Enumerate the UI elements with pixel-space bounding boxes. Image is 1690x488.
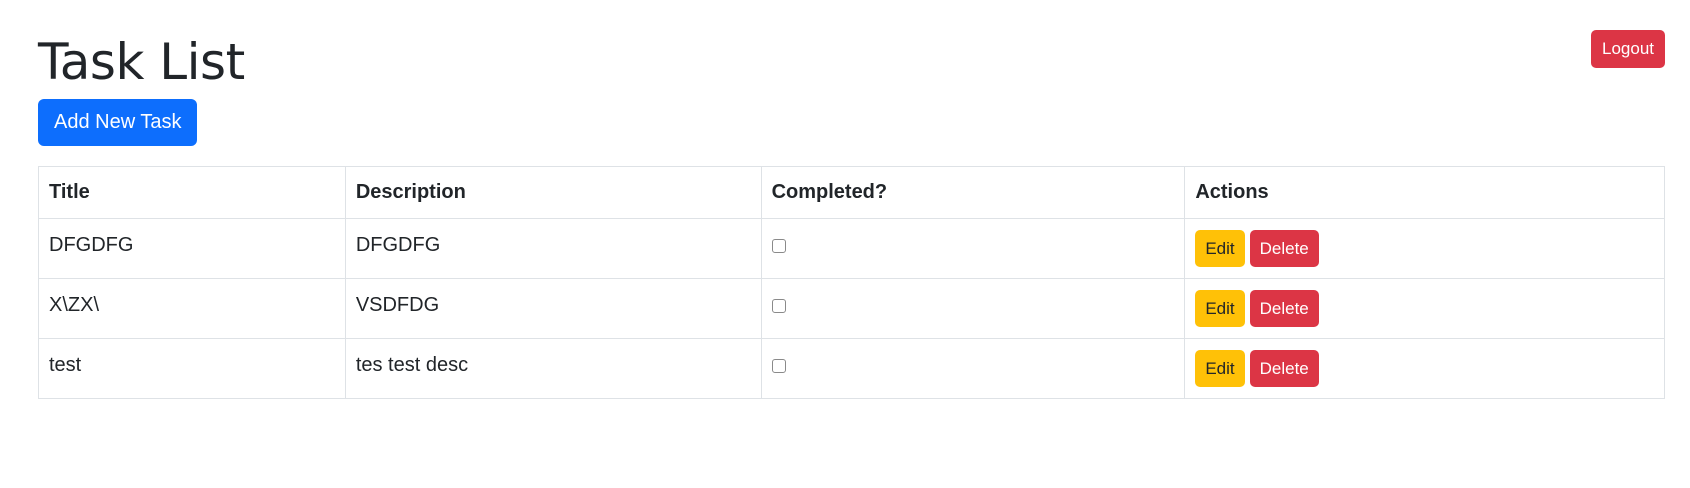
- task-table: Title Description Completed? Actions DFG…: [38, 166, 1665, 399]
- task-title-cell: DFGDFG: [38, 218, 346, 279]
- column-header-description: Description: [344, 166, 762, 219]
- delete-button[interactable]: Delete: [1249, 350, 1319, 387]
- table-row: test tes test desc Edit Delete: [38, 338, 1665, 399]
- task-actions-cell: Edit Delete: [1184, 218, 1665, 279]
- task-actions-cell: Edit Delete: [1184, 338, 1665, 399]
- task-description-cell: tes test desc: [344, 338, 762, 399]
- edit-button[interactable]: Edit: [1195, 230, 1245, 267]
- column-header-title: Title: [38, 166, 346, 219]
- column-header-completed: Completed?: [760, 166, 1186, 219]
- add-new-task-button[interactable]: Add New Task: [38, 99, 198, 146]
- table-row: X\ZX\ VSDFDG Edit Delete: [38, 278, 1665, 339]
- edit-button[interactable]: Edit: [1195, 290, 1245, 327]
- task-title-cell: test: [38, 338, 346, 399]
- completed-checkbox[interactable]: [771, 239, 786, 253]
- edit-button[interactable]: Edit: [1195, 350, 1245, 387]
- delete-button[interactable]: Delete: [1249, 230, 1319, 267]
- table-row: DFGDFG DFGDFG Edit Delete: [38, 218, 1665, 279]
- task-list-page: Logout Task List Add New Task Title Desc…: [0, 0, 1690, 488]
- task-completed-cell: [760, 218, 1186, 279]
- completed-checkbox[interactable]: [771, 299, 786, 313]
- table-header-row: Title Description Completed? Actions: [38, 166, 1665, 219]
- task-description-cell: DFGDFG: [344, 218, 762, 279]
- logout-button[interactable]: Logout: [1591, 30, 1665, 68]
- task-description-cell: VSDFDG: [344, 278, 762, 339]
- task-actions-cell: Edit Delete: [1184, 278, 1665, 339]
- task-completed-cell: [760, 338, 1186, 399]
- task-completed-cell: [760, 278, 1186, 339]
- completed-checkbox[interactable]: [771, 359, 786, 373]
- column-header-actions: Actions: [1184, 166, 1665, 219]
- page-title: Task List: [38, 33, 245, 91]
- task-title-cell: X\ZX\: [38, 278, 346, 339]
- delete-button[interactable]: Delete: [1249, 290, 1319, 327]
